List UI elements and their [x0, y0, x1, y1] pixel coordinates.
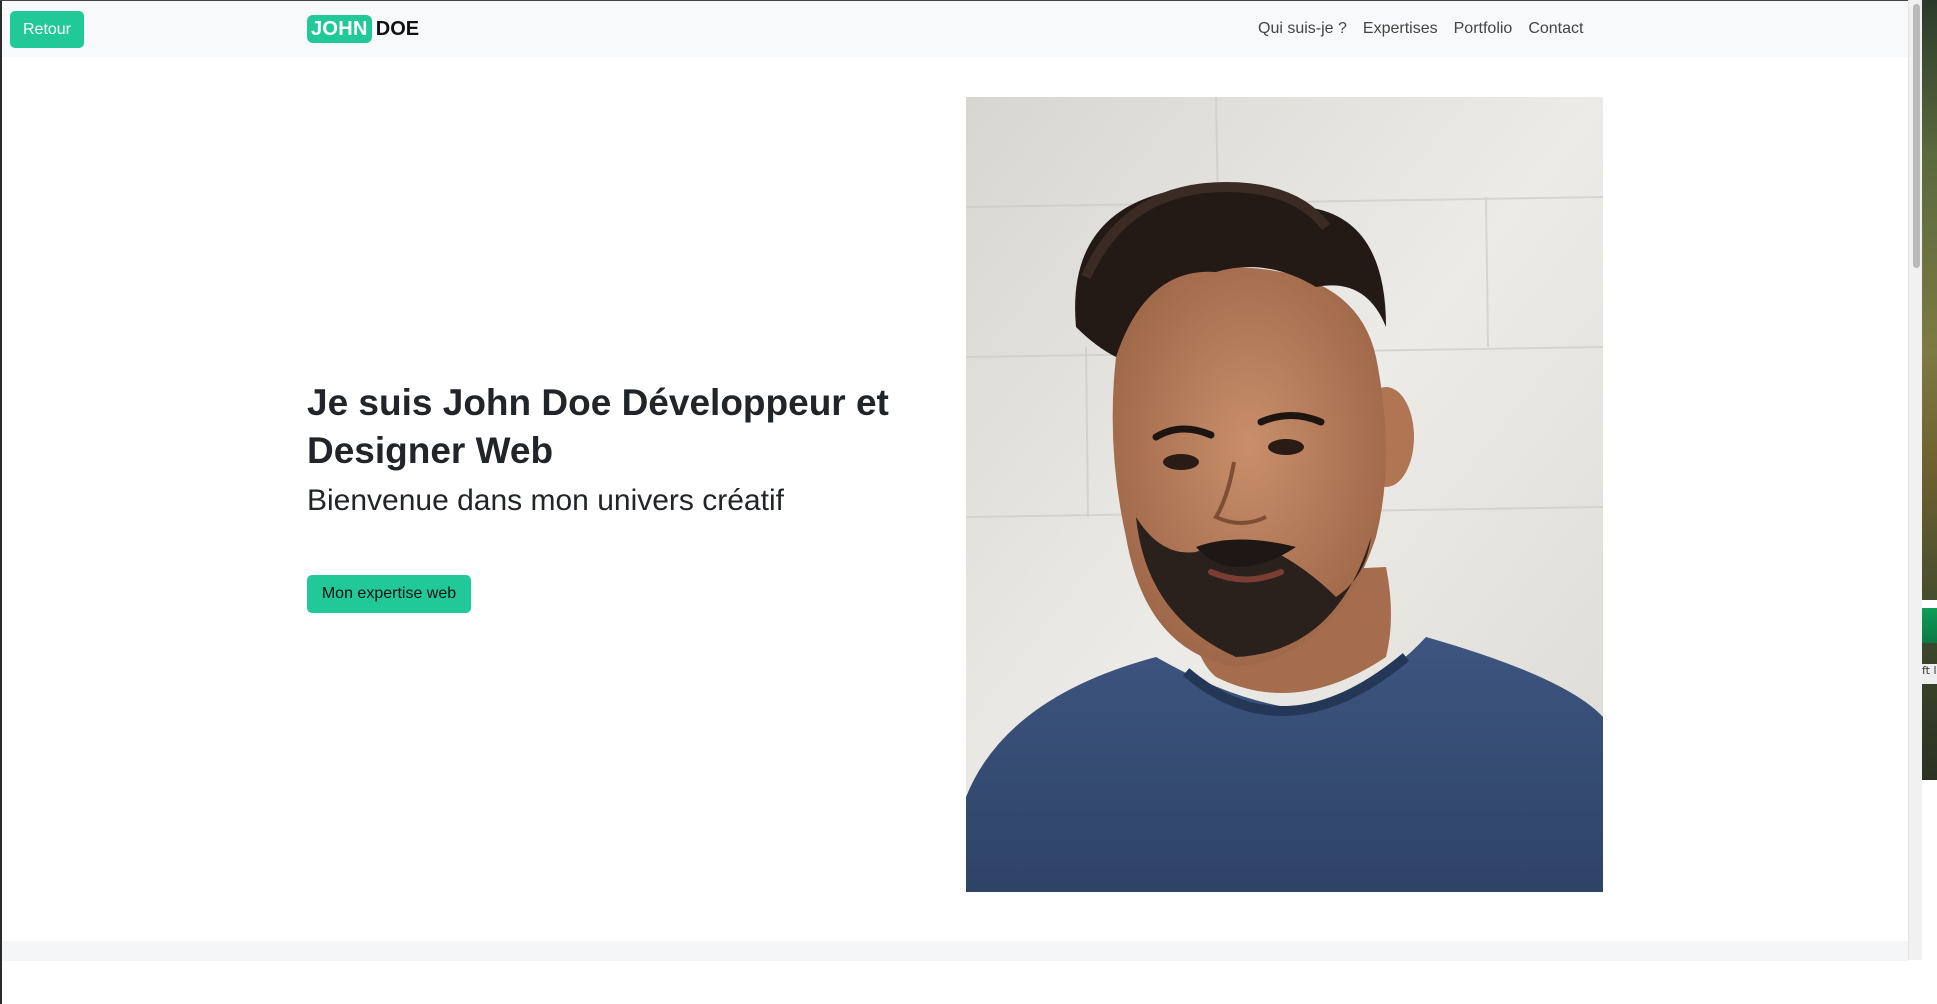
brand-last-name: DOE: [375, 18, 420, 40]
next-section-edge: [2, 941, 1908, 961]
profile-photo: [966, 97, 1603, 892]
nav-link-expertises[interactable]: Expertises: [1363, 19, 1438, 39]
background-window-label: ft l: [1922, 664, 1937, 684]
nav-link-qui-suis-je[interactable]: Qui suis-je ?: [1258, 19, 1347, 39]
brand-logo[interactable]: JOHN DOE: [307, 15, 419, 43]
page: Retour JOHN DOE Qui suis-je ? Expertises…: [0, 0, 1937, 1004]
background-window-divider: [1922, 600, 1937, 608]
background-window-peek: [1922, 0, 1937, 780]
background-window-green-bar: [1922, 608, 1937, 643]
expertise-cta-button[interactable]: Mon expertise web: [307, 575, 471, 613]
navbar: Retour JOHN DOE Qui suis-je ? Expertises…: [2, 1, 1908, 57]
window-top-edge: [0, 0, 1908, 1]
window-edge: [0, 0, 2, 1004]
nav-links: Qui suis-je ? Expertises Portfolio Conta…: [1258, 19, 1599, 39]
browser-viewport: Retour JOHN DOE Qui suis-je ? Expertises…: [2, 1, 1908, 1004]
hero-title: Je suis John Doe Développeur et Designer…: [307, 382, 889, 471]
vertical-scrollbar[interactable]: [1908, 0, 1922, 960]
nav-link-portfolio[interactable]: Portfolio: [1454, 19, 1513, 39]
scrollbar-thumb[interactable]: [1913, 4, 1920, 268]
hero-subtitle: Bienvenue dans mon univers créatif: [307, 484, 784, 517]
nav-link-contact[interactable]: Contact: [1528, 19, 1583, 39]
back-button[interactable]: Retour: [10, 11, 84, 48]
brand-first-name: JOHN: [307, 15, 372, 43]
